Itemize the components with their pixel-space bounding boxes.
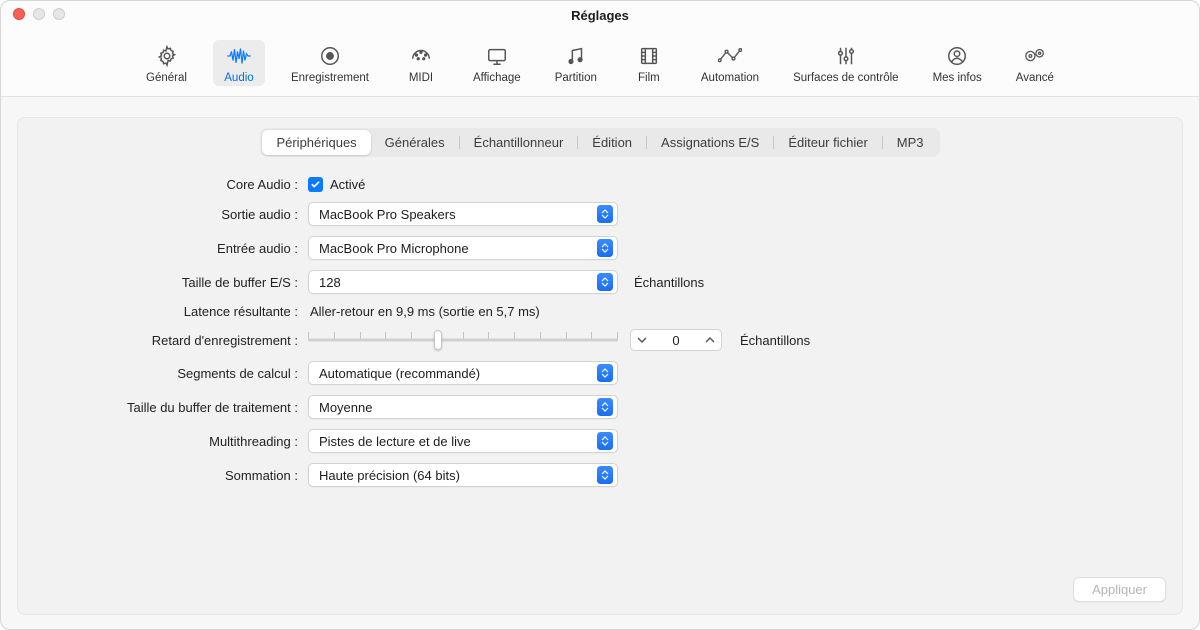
multithreading-popup[interactable]: Pistes de lecture et de live: [308, 429, 618, 453]
titlebar: Réglages: [1, 1, 1199, 29]
updown-icon: [597, 398, 613, 416]
sliders-icon: [834, 44, 858, 68]
window-title: Réglages: [571, 8, 629, 23]
midi-icon: [409, 44, 433, 68]
toolbar-label: Affichage: [473, 72, 521, 84]
tab-sampler[interactable]: Échantillonneur: [460, 130, 578, 155]
toolbar-item-general[interactable]: Général: [138, 40, 195, 86]
latency-label: Latence résultante :: [34, 304, 298, 319]
toolbar-label: Enregistrement: [291, 72, 369, 84]
toolbar-label: Film: [638, 72, 660, 84]
person-icon: [945, 44, 969, 68]
toolbar-label: Général: [146, 72, 187, 84]
process-buffer-value: Moyenne: [319, 400, 372, 415]
recording-delay-stepper[interactable]: 0: [630, 329, 722, 351]
subtab-row: Périphériques Générales Échantillonneur …: [34, 128, 1166, 157]
rec-delay-label: Retard d'enregistrement :: [34, 333, 298, 348]
process-threads-label: Segments de calcul :: [34, 366, 298, 381]
toolbar: Général Audio Enregistrement MIDI Affich: [1, 29, 1199, 97]
film-icon: [637, 44, 661, 68]
process-buffer-popup[interactable]: Moyenne: [308, 395, 618, 419]
recording-delay-value: 0: [653, 330, 699, 350]
toolbar-item-control-surfaces[interactable]: Surfaces de contrôle: [785, 40, 906, 86]
latency-value: Aller-retour en 9,9 ms (sortie en 5,7 ms…: [308, 304, 1166, 319]
tab-io-assignments[interactable]: Assignations E/S: [647, 130, 773, 155]
toolbar-label: MIDI: [409, 72, 433, 84]
traffic-lights: [13, 8, 65, 20]
output-device-value: MacBook Pro Speakers: [319, 207, 456, 222]
input-device-value: MacBook Pro Microphone: [319, 241, 469, 256]
toolbar-item-audio[interactable]: Audio: [213, 40, 265, 86]
toolbar-label: Avancé: [1016, 72, 1054, 84]
core-audio-checkbox[interactable]: [308, 177, 323, 192]
waveform-icon: [227, 44, 251, 68]
toolbar-label: Mes infos: [933, 72, 982, 84]
tab-general[interactable]: Générales: [371, 130, 459, 155]
toolbar-item-display[interactable]: Affichage: [465, 40, 529, 86]
chevron-down-icon[interactable]: [631, 330, 653, 350]
record-icon: [318, 44, 342, 68]
rec-delay-unit: Échantillons: [734, 333, 810, 348]
gear-icon: [155, 44, 179, 68]
input-label: Entrée audio :: [34, 241, 298, 256]
settings-window: Réglages Général Audio Enregistrement: [0, 0, 1200, 630]
processing-threads-popup[interactable]: Automatique (recommandé): [308, 361, 618, 385]
updown-icon: [597, 432, 613, 450]
processing-threads-value: Automatique (recommandé): [319, 366, 480, 381]
input-device-popup[interactable]: MacBook Pro Microphone: [308, 236, 618, 260]
recording-delay-slider[interactable]: [308, 329, 618, 351]
core-audio-checkbox-label: Activé: [330, 177, 365, 192]
tab-mp3[interactable]: MP3: [883, 130, 938, 155]
toolbar-item-automation[interactable]: Automation: [693, 40, 767, 86]
summing-popup[interactable]: Haute précision (64 bits): [308, 463, 618, 487]
buffer-label: Taille de buffer E/S :: [34, 275, 298, 290]
toolbar-label: Automation: [701, 72, 759, 84]
toolbar-item-score[interactable]: Partition: [547, 40, 605, 86]
tab-editing[interactable]: Édition: [578, 130, 646, 155]
toolbar-item-midi[interactable]: MIDI: [395, 40, 447, 86]
music-note-icon: [564, 44, 588, 68]
updown-icon: [597, 364, 613, 382]
settings-panel: Périphériques Générales Échantillonneur …: [17, 117, 1183, 615]
core-audio-label: Core Audio :: [34, 177, 298, 192]
summing-value: Haute précision (64 bits): [319, 468, 460, 483]
toolbar-label: Surfaces de contrôle: [793, 72, 898, 84]
updown-icon: [597, 239, 613, 257]
io-buffer-value: 128: [319, 275, 341, 290]
toolbar-label: Audio: [224, 72, 253, 84]
slider-thumb[interactable]: [434, 330, 442, 350]
output-label: Sortie audio :: [34, 207, 298, 222]
double-gear-icon: [1023, 44, 1047, 68]
summing-label: Sommation :: [34, 468, 298, 483]
tab-devices[interactable]: Périphériques: [262, 130, 370, 155]
minimize-icon[interactable]: [33, 8, 45, 20]
apply-button[interactable]: Appliquer: [1073, 577, 1166, 602]
zoom-icon[interactable]: [53, 8, 65, 20]
updown-icon: [597, 205, 613, 223]
io-buffer-popup[interactable]: 128: [308, 270, 618, 294]
multithreading-value: Pistes de lecture et de live: [319, 434, 471, 449]
output-device-popup[interactable]: MacBook Pro Speakers: [308, 202, 618, 226]
automation-icon: [718, 44, 742, 68]
close-icon[interactable]: [13, 8, 25, 20]
toolbar-item-advanced[interactable]: Avancé: [1008, 40, 1062, 86]
updown-icon: [597, 466, 613, 484]
toolbar-item-my-info[interactable]: Mes infos: [925, 40, 990, 86]
content-area: Périphériques Générales Échantillonneur …: [1, 97, 1199, 629]
multithreading-label: Multithreading :: [34, 434, 298, 449]
updown-icon: [597, 273, 613, 291]
chevron-up-icon[interactable]: [699, 330, 721, 350]
subtabs: Périphériques Générales Échantillonneur …: [260, 128, 939, 157]
settings-form: Core Audio : Activé Sortie audio : MacBo…: [34, 177, 1166, 487]
display-icon: [485, 44, 509, 68]
buffer-unit: Échantillons: [628, 275, 1166, 290]
toolbar-label: Partition: [555, 72, 597, 84]
toolbar-item-recording[interactable]: Enregistrement: [283, 40, 377, 86]
process-buffer-label: Taille du buffer de traitement :: [34, 400, 298, 415]
tab-file-editor[interactable]: Éditeur fichier: [774, 130, 881, 155]
toolbar-item-movie[interactable]: Film: [623, 40, 675, 86]
